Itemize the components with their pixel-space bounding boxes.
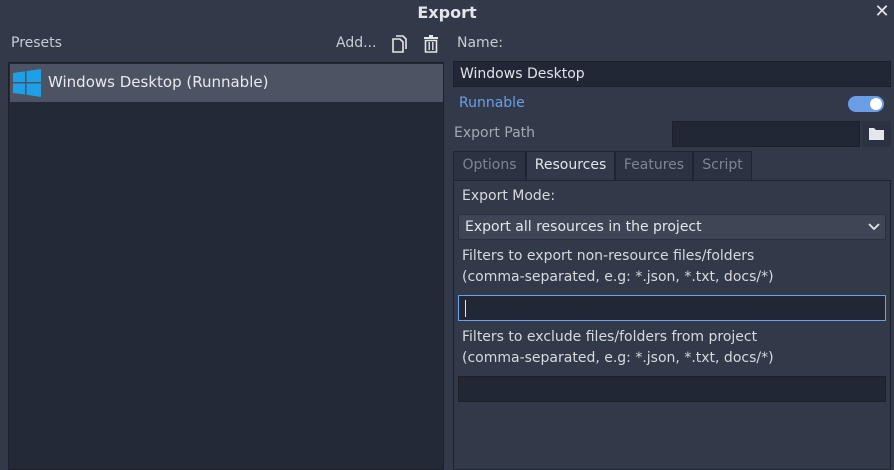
exclude-filter-label: Filters to exclude files/folders from pr… xyxy=(462,329,758,345)
presets-header: Presets xyxy=(11,35,62,51)
export-mode-label: Export Mode: xyxy=(462,188,556,204)
preset-item-windows-desktop[interactable]: Windows Desktop (Runnable) xyxy=(10,64,443,102)
include-filter-label: Filters to export non-resource files/fol… xyxy=(462,248,755,264)
export-path-field[interactable] xyxy=(672,121,860,147)
exclude-filter-hint: (comma-separated, e.g: *.json, *.txt, do… xyxy=(462,350,774,366)
export-mode-value: Export all resources in the project xyxy=(465,219,702,235)
name-label: Name: xyxy=(457,35,504,51)
title-bar: Export ✕ xyxy=(0,0,894,26)
windows-logo-icon xyxy=(13,69,41,97)
chevron-down-icon xyxy=(868,223,880,231)
duplicate-icon[interactable] xyxy=(391,35,407,53)
preset-list: Windows Desktop (Runnable) xyxy=(8,62,444,470)
tab-script[interactable]: Script xyxy=(693,151,752,181)
tab-options[interactable]: Options xyxy=(453,151,526,181)
folder-icon xyxy=(869,128,884,140)
text-caret xyxy=(465,300,466,317)
name-field[interactable]: Windows Desktop xyxy=(453,61,891,87)
export-path-label: Export Path xyxy=(454,125,536,141)
include-filter-hint: (comma-separated, e.g: *.json, *.txt, do… xyxy=(462,269,774,285)
export-mode-select[interactable]: Export all resources in the project xyxy=(458,214,886,240)
trash-icon[interactable] xyxy=(423,35,439,53)
add-preset-button[interactable]: Add... xyxy=(336,35,376,51)
tab-features[interactable]: Features xyxy=(615,151,693,181)
tab-resources[interactable]: Resources xyxy=(526,151,615,181)
runnable-label: Runnable xyxy=(459,95,525,111)
exclude-filter-input[interactable] xyxy=(458,376,886,402)
preset-item-label: Windows Desktop (Runnable) xyxy=(48,73,269,91)
close-icon[interactable]: ✕ xyxy=(872,1,892,23)
toggle-knob xyxy=(870,98,882,110)
include-filter-input[interactable] xyxy=(458,295,886,321)
browse-folder-button[interactable] xyxy=(862,121,891,147)
runnable-toggle[interactable] xyxy=(848,96,884,112)
window-title: Export xyxy=(417,3,477,22)
